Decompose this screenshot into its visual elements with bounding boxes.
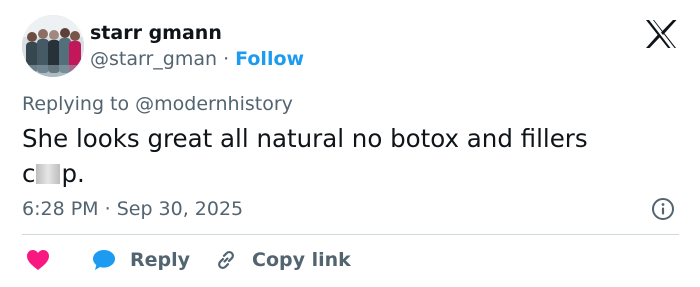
tweet-card: starr gmann @starr_gman · Follow Replyin… [0, 0, 700, 287]
display-name[interactable]: starr gmann [90, 22, 222, 44]
tweet-text-censor-end: p. [61, 159, 85, 188]
heart-icon [26, 249, 50, 271]
avatar[interactable] [22, 15, 84, 77]
like-button[interactable] [26, 246, 50, 274]
tweet-text-line1: She looks great all natural no botox and… [22, 124, 588, 153]
tweet-text-censor-start: c [22, 159, 36, 188]
reply-label: Reply [130, 249, 191, 271]
user-handle[interactable]: @starr_gman [90, 48, 217, 70]
tweet-text: She looks great all natural no botox and… [22, 121, 672, 191]
timestamp[interactable]: 6:28 PM · Sep 30, 2025 [22, 198, 243, 220]
tweet-time: 6:28 PM [22, 198, 99, 220]
handle-line: @starr_gman · Follow [90, 48, 304, 70]
x-logo-icon[interactable] [643, 18, 679, 50]
time-separator: · [98, 198, 117, 220]
copy-link-button[interactable]: Copy link [214, 246, 351, 274]
link-icon [214, 248, 238, 272]
censored-word-blur [36, 164, 61, 184]
replying-mention[interactable]: @modernhistory [135, 93, 293, 115]
info-icon[interactable] [651, 197, 675, 221]
replying-prefix: Replying to [22, 93, 136, 115]
replying-to: Replying to @modernhistory [22, 93, 293, 115]
divider [22, 234, 679, 235]
tweet-date: Sep 30, 2025 [116, 198, 244, 220]
follow-button[interactable]: Follow [235, 48, 304, 70]
speech-bubble-icon [92, 249, 116, 271]
separator-dot: · [217, 48, 236, 70]
copy-link-label: Copy link [252, 249, 351, 271]
reply-button[interactable]: Reply [92, 246, 190, 274]
